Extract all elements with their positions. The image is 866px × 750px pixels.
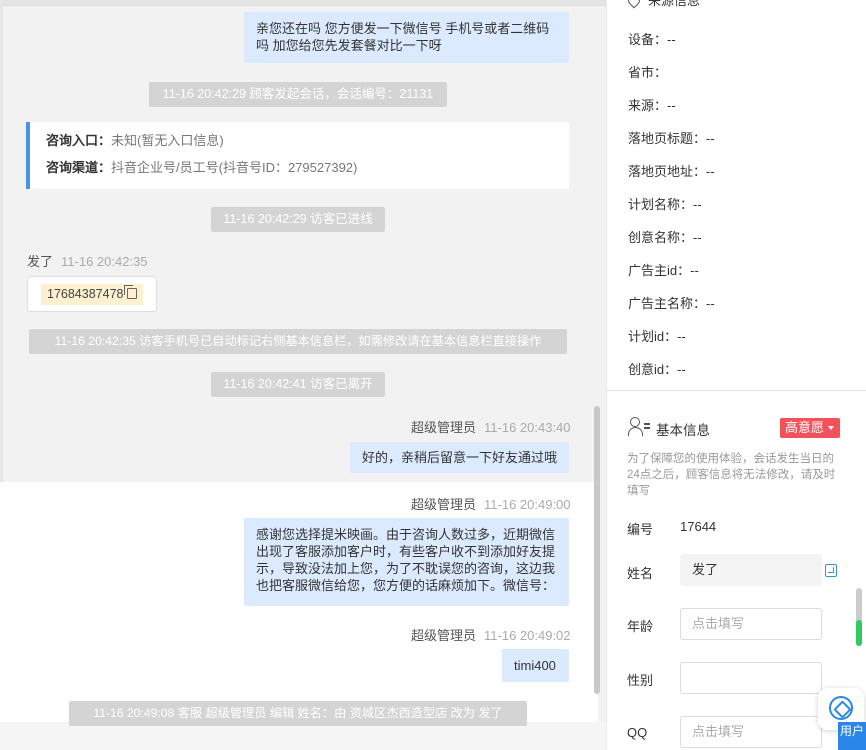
user-profile-icon: [628, 417, 650, 437]
source-value: --: [706, 131, 715, 146]
consult-channel-label: 咨询渠道：: [46, 160, 112, 175]
qq-field[interactable]: 点击填写: [680, 716, 822, 748]
agent-message-meta: 超级管理员 11-16 20:49:02: [411, 625, 571, 644]
source-info-title: 来源信息: [648, 0, 701, 8]
agent-message-bubble: timi400: [502, 649, 569, 682]
source-row: 广告主名称：--: [628, 293, 715, 312]
chat-bottom-edge: [0, 722, 606, 750]
source-value: --: [706, 296, 715, 311]
id-label: 编号: [627, 522, 654, 537]
message-time: 11-16 20:49:02: [484, 628, 571, 643]
copy-icon[interactable]: [825, 564, 837, 577]
source-row: 创意id：--: [628, 359, 686, 378]
source-row: 省市：: [628, 62, 667, 81]
agent-name: 超级管理员: [411, 420, 477, 435]
qq-label: QQ: [627, 725, 648, 740]
message-time: 11-16 20:43:40: [484, 420, 571, 435]
source-label: 广告主名称：: [628, 296, 707, 311]
intent-level-label: 高意愿: [785, 420, 825, 435]
source-label: 省市：: [628, 65, 668, 80]
system-message: 11-16 20:49:08 客服 超级管理员 编辑 姓名：由 资城区杰西造型店…: [69, 701, 527, 726]
consult-channel-row: 咨询渠道：抖音企业号/员工号(抖音号ID：279527392): [46, 159, 553, 176]
consult-entry-label: 咨询入口：: [46, 133, 112, 148]
edit-notice: 为了保障您的使用体验，会话发生当日的24点之后，顾客信息将无法修改，请及时填写: [627, 453, 836, 497]
name-field[interactable]: 发了: [680, 554, 822, 586]
name-label: 姓名: [627, 566, 654, 581]
source-label: 设备：: [628, 32, 668, 47]
source-value: --: [706, 164, 715, 179]
source-row: 来源：--: [628, 95, 676, 114]
system-message: 11-16 20:42:29 访客已进线: [211, 207, 385, 232]
source-label: 广告主id：: [628, 263, 691, 278]
source-row: 设备：--: [628, 29, 676, 48]
system-message: 11-16 20:42:41 访客已离开: [211, 372, 385, 397]
age-label: 年龄: [627, 619, 654, 634]
source-row: 计划名称：--: [628, 194, 702, 213]
source-value: --: [677, 329, 686, 344]
source-row: 广告主id：--: [628, 260, 699, 279]
source-info-header: 来源信息: [625, 0, 701, 9]
agent-message-meta: 超级管理员 11-16 20:49:00: [411, 494, 571, 513]
visitor-name: 发了: [27, 254, 54, 269]
source-value: --: [667, 98, 676, 113]
intent-level-dropdown[interactable]: 高意愿: [780, 418, 840, 438]
source-label: 创意id：: [628, 362, 678, 377]
basic-info-title: 基本信息: [656, 423, 710, 438]
phone-number-chip[interactable]: 17684387478: [41, 284, 144, 305]
agent-message-bubble: 亲您还在吗 您方便发一下微信号 手机号或者二维码吗 加您给您先发套餐对比一下呀: [244, 12, 569, 63]
chat-top-edge: [0, 0, 606, 6]
message-time: 11-16 20:49:00: [484, 497, 571, 512]
source-value: --: [690, 263, 699, 278]
agent-message-bubble: 感谢您选择提米映画。由于咨询人数过多，近期微信出现了客服添加客户时，有些客户收不…: [244, 518, 569, 606]
source-label: 落地页标题：: [628, 131, 707, 146]
source-value: --: [677, 362, 686, 377]
source-label: 创意名称：: [628, 230, 694, 245]
user-side-tab[interactable]: 用户: [838, 722, 866, 750]
phone-number: 17684387478: [47, 287, 124, 301]
gender-field[interactable]: [680, 662, 822, 694]
agent-name: 超级管理员: [411, 497, 477, 512]
consult-channel-value: 抖音企业号/员工号(抖音号ID：279527392): [111, 160, 358, 175]
source-label: 计划id：: [628, 329, 678, 344]
chat-panel: 亲您还在吗 您方便发一下微信号 手机号或者二维码吗 加您给您先发套餐对比一下呀 …: [0, 0, 606, 750]
phone-message-card: 17684387478: [27, 276, 157, 312]
message-time: 11-16 20:42:35: [61, 254, 148, 269]
consult-info-card: 咨询入口：未知(暂无入口信息) 咨询渠道：抖音企业号/员工号(抖音号ID：279…: [26, 122, 569, 189]
source-value: --: [667, 32, 676, 47]
chat-scrollbar[interactable]: [594, 406, 600, 694]
assistant-logo-icon: [829, 696, 853, 720]
section-divider: [607, 390, 866, 391]
location-pin-icon: [625, 0, 643, 9]
caret-down-icon: [828, 426, 834, 430]
age-field[interactable]: 点击填写: [680, 608, 822, 640]
source-row: 创意名称：--: [628, 227, 702, 246]
system-message: 11-16 20:42:29 顾客发起会话，会话编号：21131: [149, 82, 447, 107]
consult-entry-value: 未知(暂无入口信息): [111, 133, 224, 148]
visitor-message-meta: 发了 11-16 20:42:35: [27, 251, 148, 270]
source-row: 落地页标题：--: [628, 128, 715, 147]
panel-scroll-indicator: [856, 620, 862, 646]
system-message: 11-16 20:42:35 访客手机号已自动标记右侧基本信息栏，如需修改请在基…: [29, 329, 567, 354]
agent-message-meta: 超级管理员 11-16 20:43:40: [411, 417, 571, 436]
source-label: 落地页地址：: [628, 164, 707, 179]
id-value: 17644: [680, 519, 717, 534]
copy-icon[interactable]: [124, 285, 138, 299]
source-value: --: [693, 197, 702, 212]
source-value: --: [693, 230, 702, 245]
consult-entry-row: 咨询入口：未知(暂无入口信息): [46, 132, 553, 149]
source-label: 来源：: [628, 98, 668, 113]
source-row: 计划id：--: [628, 326, 686, 345]
source-row: 落地页地址：--: [628, 161, 715, 180]
agent-name: 超级管理员: [411, 628, 477, 643]
agent-message-bubble: 好的，亲稍后留意一下好友通过哦: [350, 442, 569, 473]
gender-label: 性别: [627, 673, 654, 688]
source-label: 计划名称：: [628, 197, 694, 212]
